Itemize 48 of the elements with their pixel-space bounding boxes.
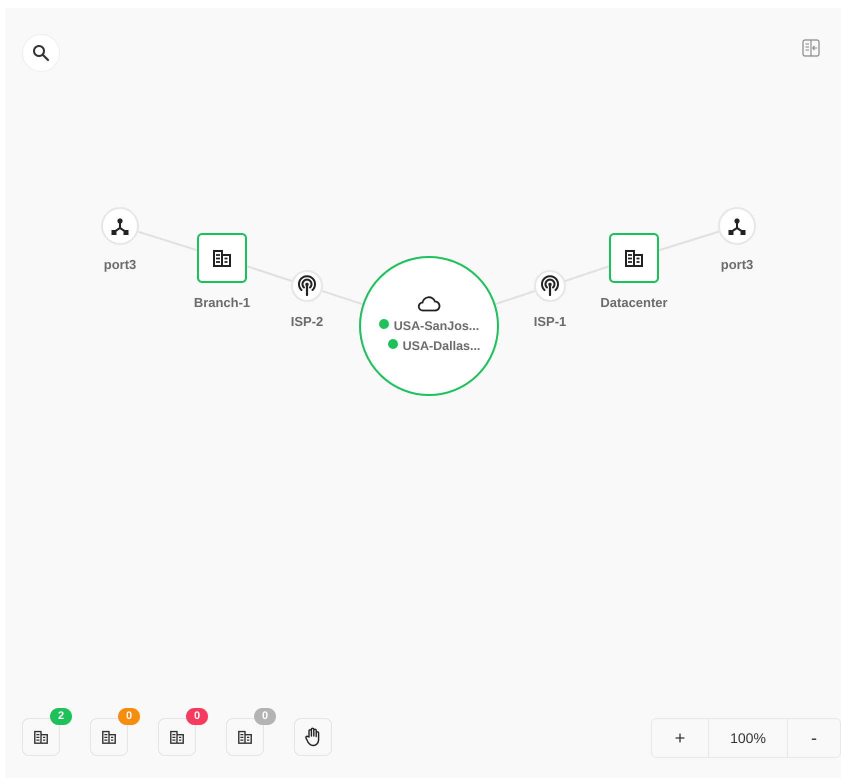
node-label: ISP-2 [290,314,324,329]
building-icon [624,249,644,267]
site-node[interactable] [197,233,247,283]
hand-icon [304,727,322,747]
count-badge: 0 [186,708,208,725]
antenna-icon [296,275,318,297]
panel-toggle-icon[interactable] [802,39,820,57]
site-node[interactable] [609,233,659,283]
link-line [322,290,363,306]
isp-node[interactable] [291,270,323,302]
link-line [246,265,292,282]
zoom-level: 100% [709,719,788,757]
filter-button[interactable] [226,718,264,756]
search-button[interactable] [22,34,60,72]
count-badge: 0 [254,708,276,725]
count-badge: 2 [50,708,72,725]
link-line [495,290,536,305]
zoom-in-button[interactable]: + [652,719,709,757]
branch-icon [727,217,747,235]
filter-button[interactable] [22,718,60,756]
count-badge: 0 [118,708,140,725]
zoom-out-button[interactable]: - [788,719,840,757]
node-label: Branch-1 [192,295,252,310]
region-label: USA-Dallas... [402,338,480,355]
building-icon [237,730,253,744]
building-icon [101,730,117,744]
link-line [138,230,198,252]
filter-button[interactable] [90,718,128,756]
pan-button[interactable] [294,718,332,756]
filter-button[interactable] [158,718,196,756]
region-label: USA-SanJos... [394,318,480,335]
building-icon [212,249,232,267]
port-node[interactable] [101,207,139,245]
search-icon [32,44,50,62]
node-label: Datacenter [599,295,669,310]
link-line [564,265,610,282]
building-icon [169,730,185,744]
port-node[interactable] [718,207,756,245]
node-label: port3 [720,257,754,272]
isp-node[interactable] [534,270,566,302]
building-icon [33,730,49,744]
link-line [658,230,720,252]
node-label: ISP-1 [532,314,568,329]
antenna-icon [539,275,561,297]
branch-icon [110,217,130,235]
cloud-icon [416,294,442,312]
node-label: port3 [102,257,138,272]
cloud-node[interactable]: USA-SanJos... USA-Dallas... [359,256,499,396]
